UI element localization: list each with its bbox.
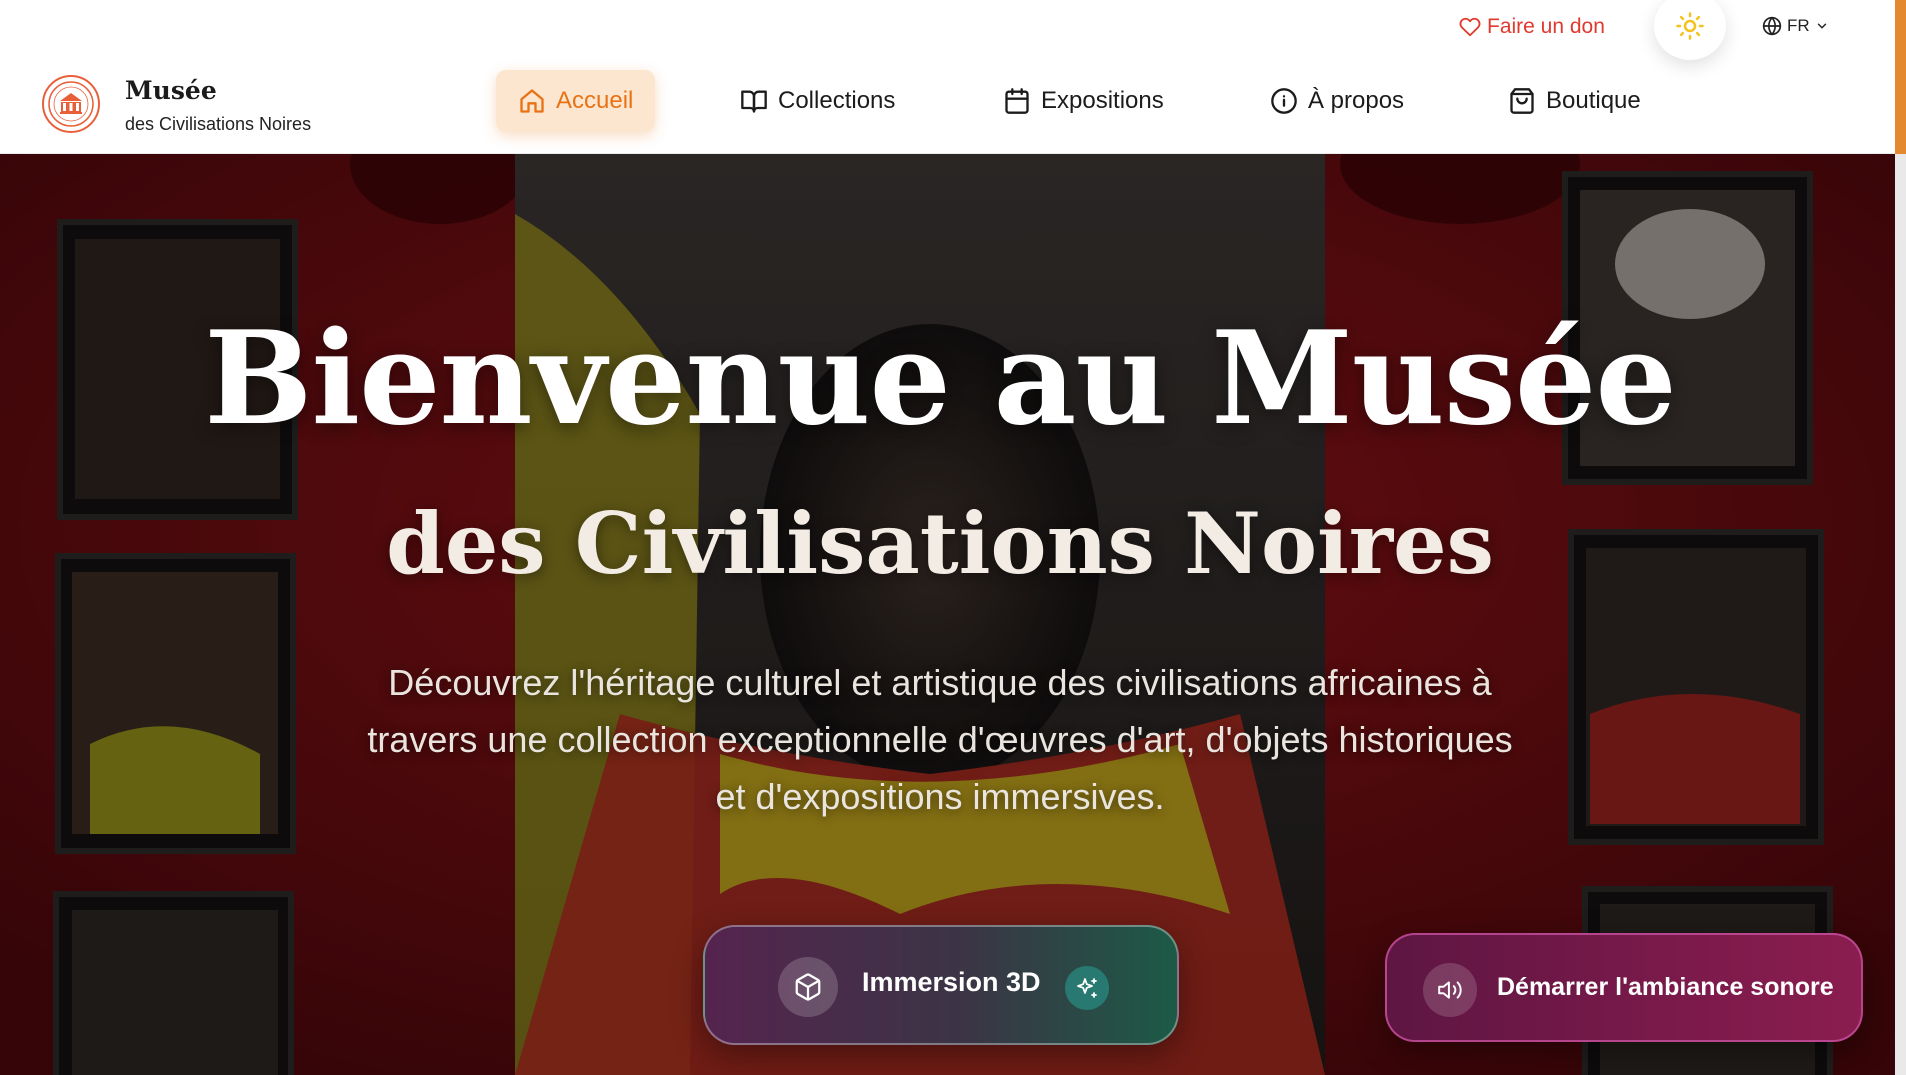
- brand-title: Musée: [125, 76, 217, 105]
- book-open-icon: [741, 90, 767, 113]
- cube-icon: [778, 957, 838, 1017]
- immersion-3d-button[interactable]: Immersion 3D: [703, 925, 1179, 1045]
- hero-subtitle: des Civilisations Noires: [386, 494, 1494, 593]
- theme-toggle-button[interactable]: [1654, 0, 1726, 60]
- hero-section: Bienvenue au Musée des Civilisations Noi…: [0, 154, 1895, 1075]
- info-icon: [1271, 88, 1297, 114]
- sun-icon: [1676, 12, 1704, 40]
- nav-item-label: Accueil: [556, 87, 634, 114]
- nav-item-boutique[interactable]: Boutique: [1486, 70, 1663, 132]
- page-scrollbar[interactable]: [1895, 0, 1906, 1075]
- shopping-bag-icon: [1510, 88, 1534, 114]
- language-selector[interactable]: FR: [1762, 14, 1829, 38]
- nav-item-accueil[interactable]: Accueil: [496, 70, 656, 132]
- hero-title: Bienvenue au Musée: [204, 304, 1677, 454]
- heart-icon: [1459, 17, 1481, 37]
- nav-item-label: Expositions: [1041, 87, 1164, 114]
- hero-description: Découvrez l'héritage culturel et artisti…: [367, 662, 1513, 817]
- volume-icon: [1423, 963, 1477, 1017]
- brand-subtitle: des Civilisations Noires: [125, 114, 312, 134]
- nav-item-collections[interactable]: Collections: [718, 70, 917, 132]
- globe-icon: [1762, 16, 1782, 36]
- sparkles-icon: [1065, 966, 1109, 1010]
- nav-item-a-propos[interactable]: À propos: [1248, 70, 1426, 132]
- home-icon: [520, 89, 544, 113]
- site-header: Faire un don FR Musée des Civilisations …: [0, 0, 1895, 154]
- top-bar: Faire un don FR: [0, 0, 1895, 60]
- donate-label: Faire un don: [1487, 15, 1605, 38]
- nav-item-label: Boutique: [1546, 87, 1641, 114]
- donate-link[interactable]: Faire un don: [1459, 12, 1605, 42]
- ambient-sound-label: Démarrer l'ambiance sonore: [1497, 973, 1834, 1001]
- immersion-3d-label: Immersion 3D: [862, 967, 1041, 997]
- nav-item-label: À propos: [1308, 87, 1405, 114]
- chevron-down-icon: [1817, 23, 1826, 29]
- museum-logo[interactable]: [42, 75, 100, 133]
- calendar-icon: [1005, 88, 1029, 114]
- scrollbar-thumb[interactable]: [1895, 0, 1906, 154]
- museum-emblem-icon: [48, 81, 94, 127]
- language-label: FR: [1787, 16, 1810, 35]
- nav-item-expositions[interactable]: Expositions: [981, 70, 1186, 132]
- ambient-sound-button[interactable]: Démarrer l'ambiance sonore: [1385, 933, 1863, 1042]
- nav-item-label: Collections: [778, 87, 896, 114]
